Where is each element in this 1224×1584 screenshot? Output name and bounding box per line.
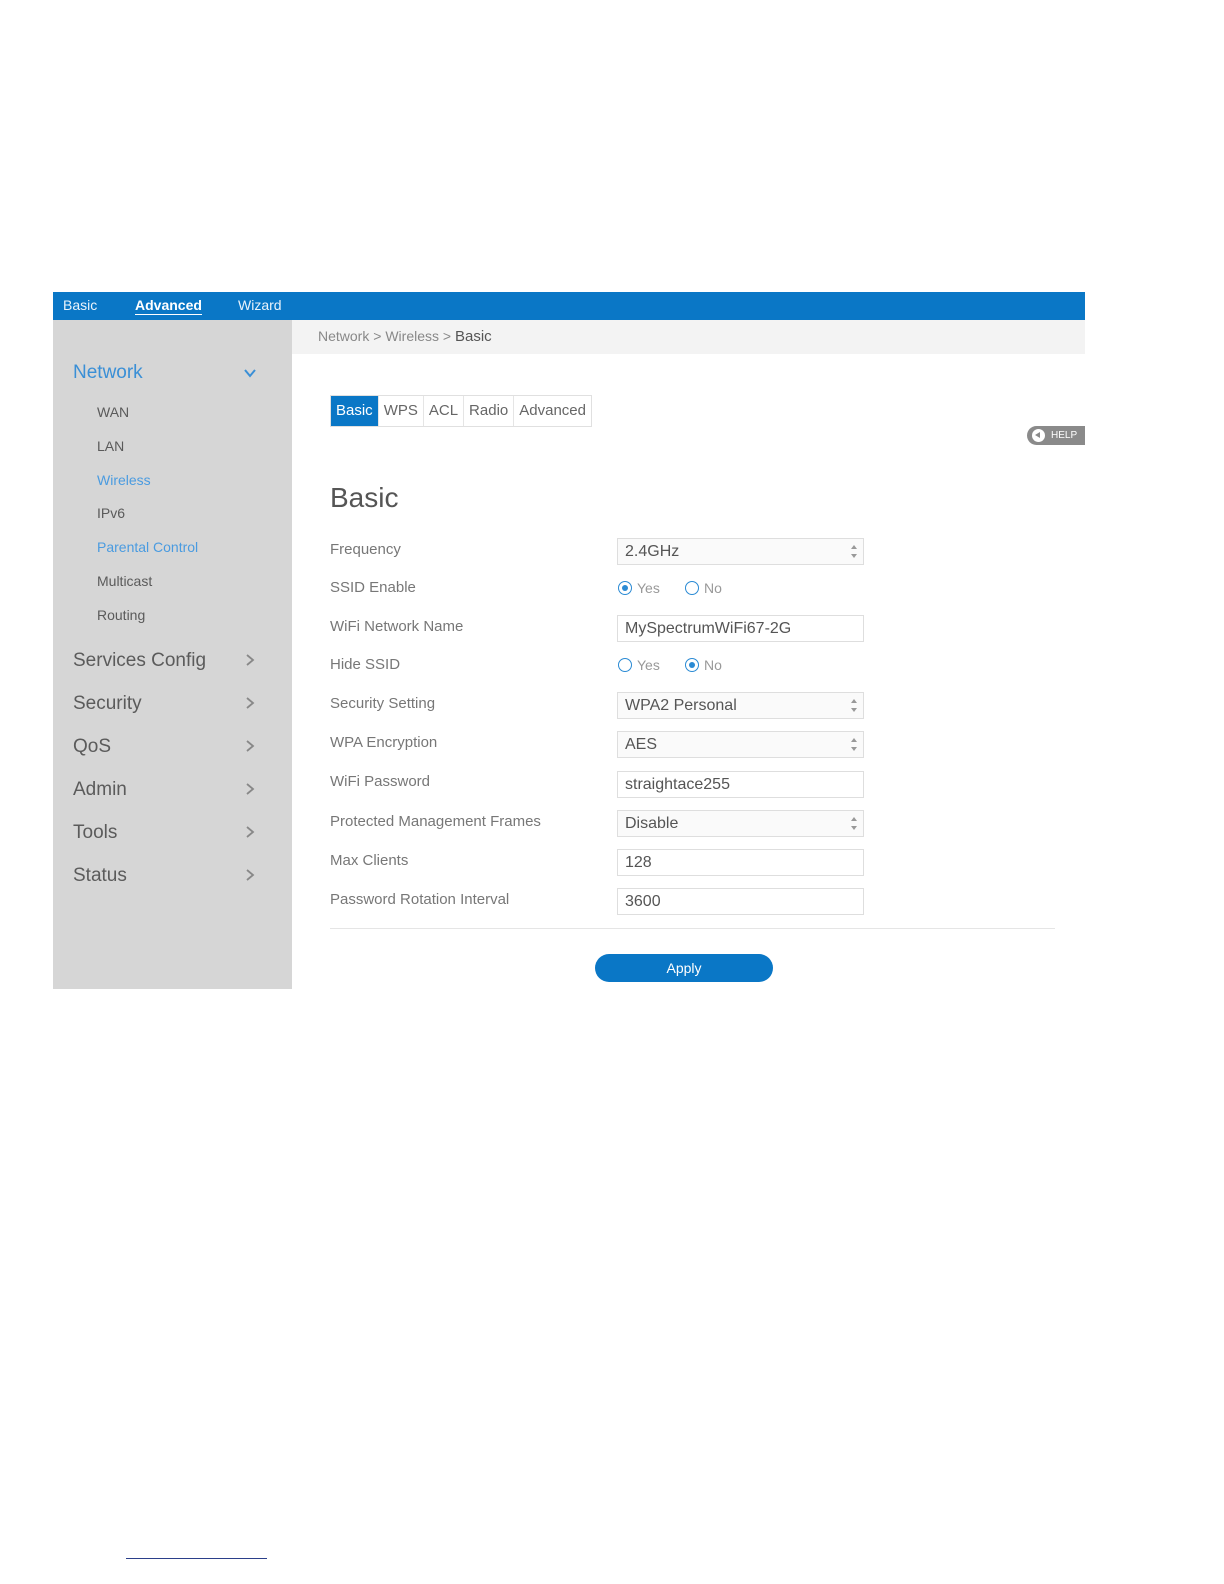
page-title: Basic <box>330 482 399 513</box>
hide-ssid-no-label: No <box>704 657 722 673</box>
sidebar-item-services-config[interactable]: Services Config <box>73 650 206 672</box>
topnav-wizard[interactable]: Wizard <box>238 292 282 320</box>
max-clients-input[interactable]: 128 <box>617 849 864 876</box>
breadcrumb-current: Basic <box>454 328 492 345</box>
wifi-password-label: WiFi Password <box>330 773 431 790</box>
sidebar-item-qos[interactable]: QoS <box>73 736 111 758</box>
hide-ssid-no-radio[interactable]: No <box>685 657 722 673</box>
breadcrumb-bar: Network > Wireless > Basic <box>292 320 1085 354</box>
chevron-right-icon[interactable] <box>243 782 257 796</box>
footnote-rule <box>126 1558 267 1559</box>
breadcrumb-network[interactable]: Network <box>318 328 369 344</box>
radio-selected-icon <box>618 581 632 595</box>
breadcrumb: Network > Wireless > Basic <box>318 328 492 345</box>
wpa-encryption-value: AES <box>625 736 658 753</box>
chevron-right-icon[interactable] <box>243 653 257 667</box>
apply-button[interactable]: Apply <box>595 954 773 982</box>
rotation-interval-input[interactable]: 3600 <box>617 888 864 915</box>
tab-acl[interactable]: ACL <box>424 396 465 426</box>
frequency-select[interactable]: 2.4GHz <box>617 538 864 565</box>
tab-basic[interactable]: Basic <box>331 396 379 426</box>
sidebar-item-status[interactable]: Status <box>73 865 127 887</box>
select-arrows-icon <box>851 545 858 559</box>
network-name-label: WiFi Network Name <box>330 618 464 635</box>
select-arrows-icon <box>851 699 858 713</box>
wifi-password-input[interactable]: straightace255 <box>617 771 864 798</box>
chevron-right-icon[interactable] <box>243 868 257 882</box>
max-clients-label: Max Clients <box>330 852 409 869</box>
form-divider <box>330 928 1055 929</box>
ssid-enable-no-radio[interactable]: No <box>685 580 722 596</box>
ssid-enable-yes-radio[interactable]: Yes <box>618 580 660 596</box>
hide-ssid-yes-label: Yes <box>637 657 660 673</box>
topnav-basic-label: Basic <box>63 297 98 313</box>
breadcrumb-wireless[interactable]: Wireless <box>385 328 439 344</box>
pmf-value: Disable <box>625 815 679 832</box>
security-setting-value: WPA2 Personal <box>625 697 737 714</box>
breadcrumb-separator: > <box>442 328 452 344</box>
tab-radio[interactable]: Radio <box>464 396 515 426</box>
radio-selected-icon <box>685 658 699 672</box>
pmf-select[interactable]: Disable <box>617 810 864 837</box>
network-name-input[interactable]: MySpectrumWiFi67-2G <box>617 615 864 642</box>
topnav-wizard-label: Wizard <box>238 297 282 313</box>
topnav-advanced[interactable]: Advanced <box>135 292 202 320</box>
sidebar-item-network[interactable]: Network <box>73 362 143 384</box>
chevron-right-icon[interactable] <box>243 739 257 753</box>
wpa-encryption-select[interactable]: AES <box>617 731 864 758</box>
radio-unselected-icon <box>618 658 632 672</box>
sidebar-item-admin[interactable]: Admin <box>73 779 127 801</box>
sidebar-subitem-wan[interactable]: WAN <box>97 404 129 420</box>
select-arrows-icon <box>851 817 858 831</box>
tab-advanced[interactable]: Advanced <box>514 396 591 426</box>
rotation-interval-label: Password Rotation Interval <box>330 891 510 908</box>
sidebar-subitem-multicast[interactable]: Multicast <box>97 573 152 589</box>
frequency-label: Frequency <box>330 541 401 558</box>
help-label: HELP <box>1051 430 1078 441</box>
breadcrumb-separator: > <box>373 328 382 344</box>
ssid-enable-label: SSID Enable <box>330 579 416 596</box>
security-setting-select[interactable]: WPA2 Personal <box>617 692 864 719</box>
wireless-tabs: Basic WPS ACL Radio Advanced <box>330 395 592 427</box>
top-nav-bar: Basic Advanced Wizard <box>53 292 1085 320</box>
hide-ssid-label: Hide SSID <box>330 656 401 673</box>
radio-unselected-icon <box>685 581 699 595</box>
select-arrows-icon <box>851 738 858 752</box>
sidebar-item-tools[interactable]: Tools <box>73 822 117 844</box>
help-arrow-icon <box>1032 429 1045 442</box>
chevron-right-icon[interactable] <box>243 696 257 710</box>
sidebar-item-security[interactable]: Security <box>73 693 142 715</box>
tab-wps[interactable]: WPS <box>379 396 424 426</box>
pmf-label: Protected Management Frames <box>330 813 541 830</box>
sidebar-subitem-lan[interactable]: LAN <box>97 438 124 454</box>
frequency-value: 2.4GHz <box>625 543 680 560</box>
ssid-enable-no-label: No <box>704 580 722 596</box>
security-setting-label: Security Setting <box>330 695 436 712</box>
chevron-down-icon[interactable] <box>243 366 257 380</box>
chevron-right-icon[interactable] <box>243 825 257 839</box>
wpa-encryption-label: WPA Encryption <box>330 734 438 751</box>
topnav-basic[interactable]: Basic <box>63 292 97 320</box>
sidebar-subitem-wireless[interactable]: Wireless <box>97 472 151 488</box>
sidebar: Network WAN LAN Wireless IPv6 Parental C… <box>53 320 292 989</box>
help-button[interactable]: HELP <box>1027 426 1085 445</box>
ssid-enable-yes-label: Yes <box>637 580 660 596</box>
hide-ssid-yes-radio[interactable]: Yes <box>618 657 660 673</box>
sidebar-subitem-routing[interactable]: Routing <box>97 607 145 623</box>
sidebar-subitem-parental-control[interactable]: Parental Control <box>97 539 198 555</box>
router-admin-app: Basic Advanced Wizard Network WAN LAN Wi… <box>53 292 1085 989</box>
sidebar-subitem-ipv6[interactable]: IPv6 <box>97 505 125 521</box>
topnav-advanced-label: Advanced <box>135 297 202 315</box>
